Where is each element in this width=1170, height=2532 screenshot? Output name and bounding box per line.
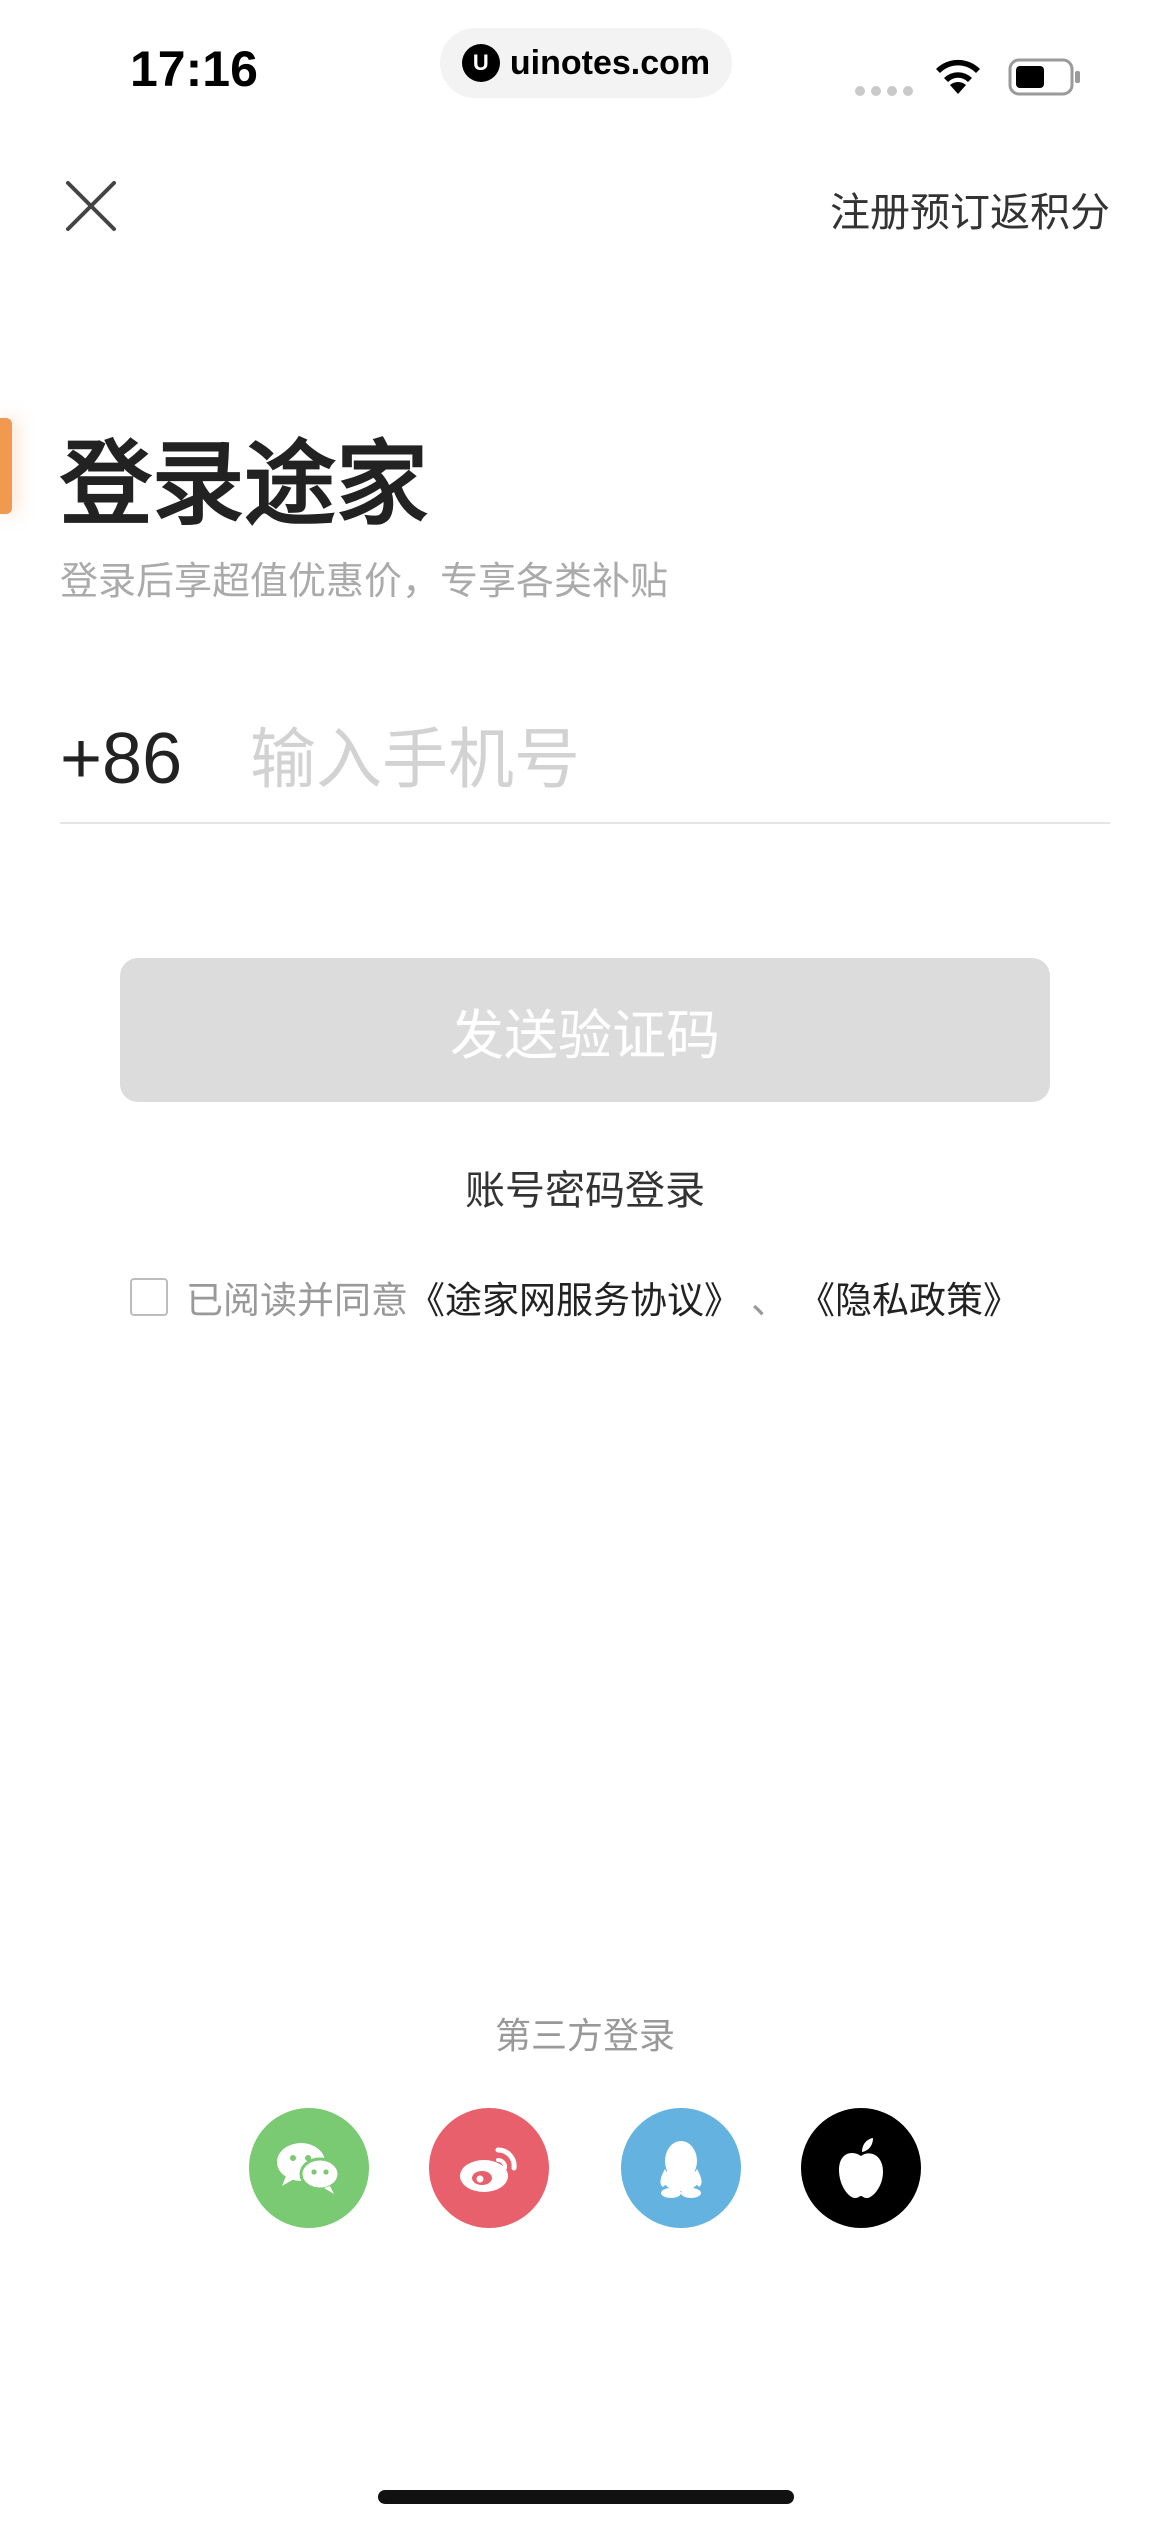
- battery-icon: [1008, 58, 1080, 96]
- url-text: uinotes.com: [509, 43, 711, 82]
- send-code-button[interactable]: 发送验证码: [120, 958, 1050, 1102]
- country-code-selector[interactable]: +86: [60, 718, 182, 800]
- qq-login-button[interactable]: [621, 2108, 741, 2228]
- url-pill[interactable]: U uinotes.com: [440, 28, 732, 98]
- agreement-checkbox[interactable]: [130, 1278, 168, 1316]
- input-divider: [60, 822, 1110, 824]
- qq-icon: [660, 2141, 702, 2198]
- terms-link[interactable]: 《途家网服务协议》: [408, 1270, 741, 1324]
- wechat-login-button[interactable]: [249, 2108, 369, 2228]
- accent-tab: [0, 418, 12, 514]
- agreement-prefix: 已阅读并同意: [186, 1279, 408, 1322]
- privacy-link[interactable]: 《隐私政策》: [798, 1270, 1020, 1324]
- apple-icon: [839, 2138, 883, 2198]
- cellular-signal-icon: [855, 86, 913, 96]
- home-indicator: [378, 2490, 794, 2504]
- weibo-icon: [460, 2147, 517, 2192]
- agreement-row: 已阅读并同意 《途家网服务协议》 、 《隐私政策》: [130, 1270, 1020, 1324]
- page-title: 登录途家: [60, 431, 429, 538]
- agreement-separator: 、: [751, 1279, 788, 1322]
- close-icon[interactable]: [60, 175, 122, 237]
- site-logo-icon: U: [461, 44, 500, 82]
- phone-input[interactable]: [250, 712, 1100, 807]
- wifi-icon: [936, 59, 980, 94]
- register-link[interactable]: 注册预订返积分: [830, 180, 1110, 238]
- page-subtitle: 登录后享超值优惠价，专享各类补贴: [60, 559, 669, 603]
- password-login-link[interactable]: 账号密码登录: [0, 1158, 1170, 1216]
- wechat-icon: [277, 2143, 341, 2194]
- status-time: 17:16: [130, 41, 258, 97]
- weibo-login-button[interactable]: [429, 2108, 549, 2228]
- third-party-label: 第三方登录: [494, 2016, 675, 2057]
- apple-login-button[interactable]: [801, 2108, 921, 2228]
